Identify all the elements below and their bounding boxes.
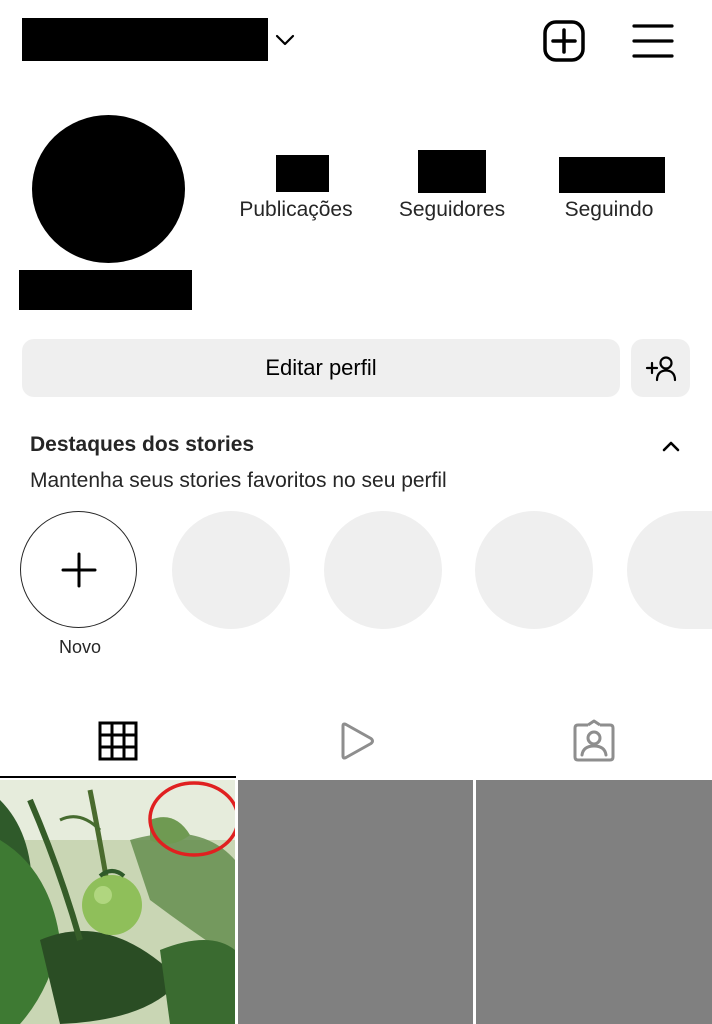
chevron-up-icon[interactable]	[658, 435, 684, 457]
highlights-title: Destaques dos stories	[30, 433, 255, 456]
tagged-person-icon	[572, 719, 616, 763]
tab-grid[interactable]	[0, 708, 236, 774]
avatar[interactable]	[32, 115, 185, 263]
posts-label[interactable]: Publicações	[221, 198, 371, 222]
chevron-down-icon[interactable]	[272, 28, 298, 52]
highlights-subtitle: Mantenha seus stories favoritos no seu p…	[30, 469, 447, 492]
display-name-redacted	[19, 270, 192, 310]
new-highlight-button[interactable]	[20, 511, 137, 628]
active-tab-indicator	[0, 776, 236, 778]
hamburger-icon[interactable]	[630, 18, 676, 64]
add-person-icon	[644, 354, 678, 382]
tab-tagged[interactable]	[476, 708, 712, 774]
tab-reels[interactable]	[238, 708, 474, 774]
post-thumbnail[interactable]	[0, 780, 235, 1024]
tomato-plant-photo	[0, 780, 235, 1024]
plus-square-icon[interactable]	[540, 17, 588, 65]
play-icon	[336, 721, 376, 761]
username-redacted[interactable]	[22, 18, 268, 61]
highlight-placeholder	[324, 511, 442, 629]
new-highlight-label: Novo	[58, 637, 102, 657]
posts-count-redacted	[276, 155, 329, 192]
following-label[interactable]: Seguindo	[534, 198, 684, 222]
followers-count-redacted	[418, 150, 486, 193]
highlight-placeholder	[627, 511, 712, 629]
plus-icon	[60, 551, 98, 589]
edit-profile-button[interactable]: Editar perfil	[22, 339, 620, 397]
discover-people-button[interactable]	[631, 339, 690, 397]
post-thumbnail[interactable]	[238, 780, 473, 1024]
highlight-placeholder	[475, 511, 593, 629]
highlight-placeholder	[172, 511, 290, 629]
following-count-redacted	[559, 157, 665, 193]
post-thumbnail[interactable]	[476, 780, 712, 1024]
followers-label[interactable]: Seguidores	[377, 198, 527, 222]
grid-icon	[98, 721, 138, 761]
